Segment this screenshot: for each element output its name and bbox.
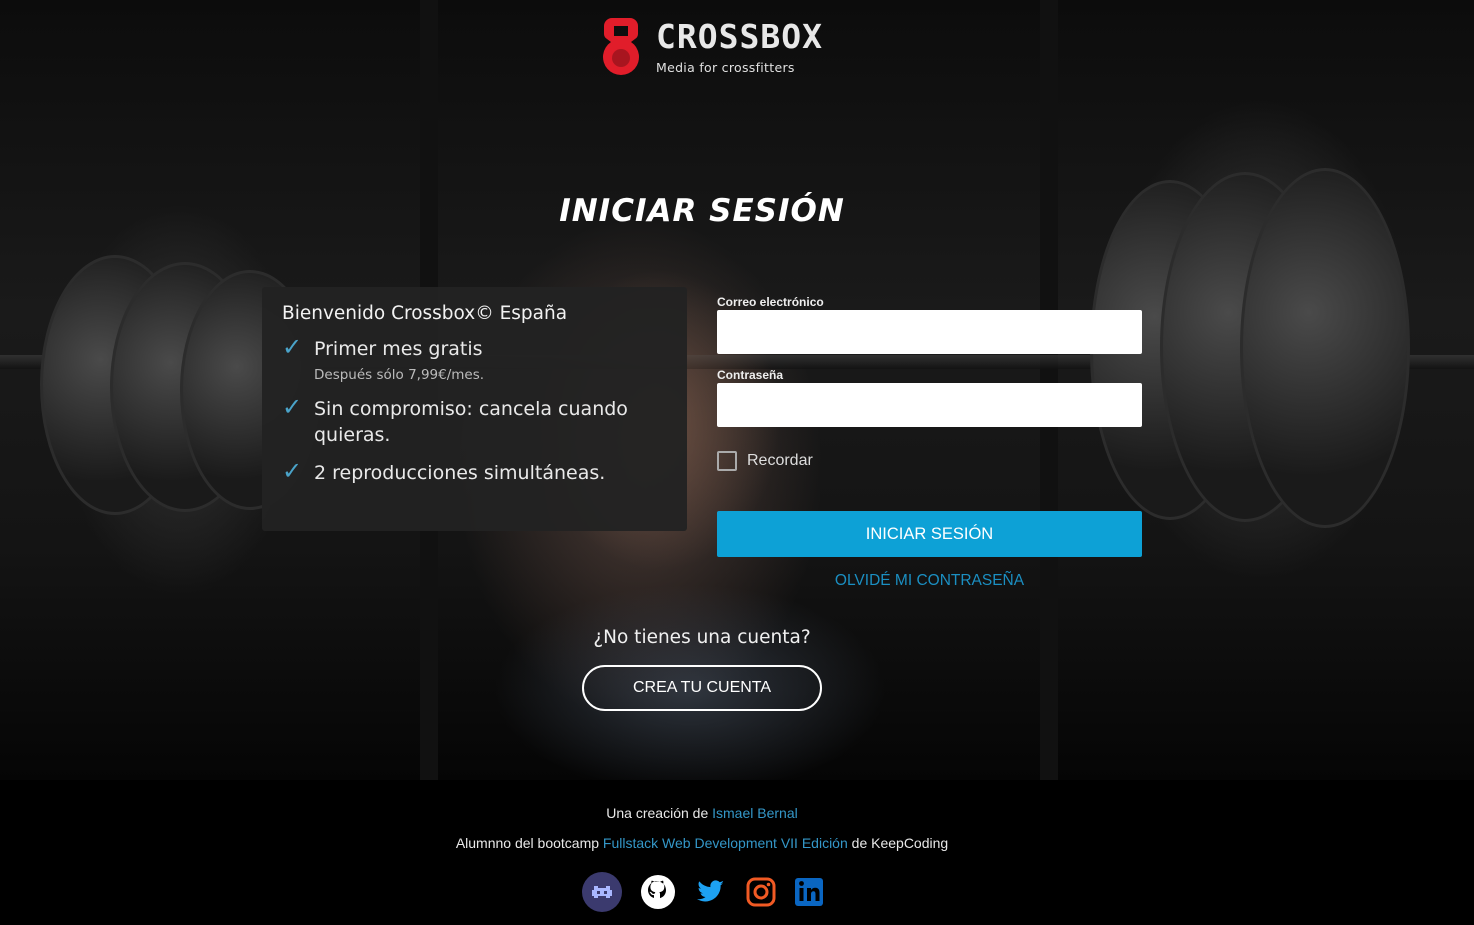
benefits-panel: Bienvenido Crossbox© España ✓ Primer mes… (262, 287, 687, 531)
space-invader-icon[interactable] (582, 872, 622, 912)
password-field[interactable] (717, 383, 1142, 427)
benefit-text: Sin compromiso: cancela cuando quieras. (314, 398, 628, 446)
kettlebell-icon (603, 18, 639, 75)
instagram-icon[interactable] (741, 872, 781, 912)
benefit-subtext: Después sólo 7,99€/mes. (314, 367, 485, 383)
check-icon: ✓ (282, 334, 303, 361)
github-icon[interactable] (638, 872, 678, 912)
benefit-item: ✓ Sin compromiso: cancela cuando quieras… (282, 396, 667, 448)
logo[interactable]: CROSSBOX Media for crossfitters (600, 14, 823, 80)
author-link[interactable]: Ismael Bernal (712, 805, 798, 821)
brand-tagline: Media for crossfitters (656, 59, 795, 75)
email-label: Correo electrónico (717, 295, 824, 309)
benefits-heading: Bienvenido Crossbox© España (282, 303, 568, 324)
signup-question: ¿No tienes una cuenta? (593, 627, 811, 648)
footer-credit: Una creación de Ismael Bernal (0, 805, 1404, 821)
create-account-button[interactable]: CREA TU CUENTA (582, 665, 822, 711)
bootcamp-suffix: de KeepCoding (847, 835, 949, 851)
brand-name: CROSSBOX (656, 16, 823, 56)
forgot-password-link[interactable]: OLVIDÉ MI CONTRASEÑA (717, 572, 1142, 590)
login-button[interactable]: INICIAR SESIÓN (717, 511, 1142, 557)
benefit-text: Primer mes gratis (314, 338, 483, 360)
benefit-item: ✓ 2 reproducciones simultáneas. (282, 460, 667, 486)
password-label: Contraseña (717, 368, 784, 382)
credit-prefix: Una creación de (606, 805, 713, 821)
bootcamp-prefix: Alumnno del bootcamp (455, 835, 603, 851)
twitter-icon[interactable] (690, 872, 730, 912)
remember-label: Recordar (747, 452, 813, 469)
remember-toggle[interactable]: Recordar (717, 451, 813, 471)
page-title: INICIAR SESIÓN (559, 193, 845, 229)
remember-checkbox[interactable] (717, 451, 737, 471)
check-icon: ✓ (282, 394, 303, 421)
email-field[interactable] (717, 310, 1142, 354)
check-icon: ✓ (282, 458, 303, 485)
social-links (582, 872, 829, 912)
linkedin-icon[interactable] (789, 872, 829, 912)
benefit-text: 2 reproducciones simultáneas. (314, 462, 606, 484)
footer-bootcamp: Alumnno del bootcamp Fullstack Web Devel… (0, 835, 1404, 851)
bootcamp-link[interactable]: Fullstack Web Development VII Edición (603, 835, 848, 851)
benefit-item: ✓ Primer mes gratis Después sólo 7,99€/m… (282, 336, 667, 384)
